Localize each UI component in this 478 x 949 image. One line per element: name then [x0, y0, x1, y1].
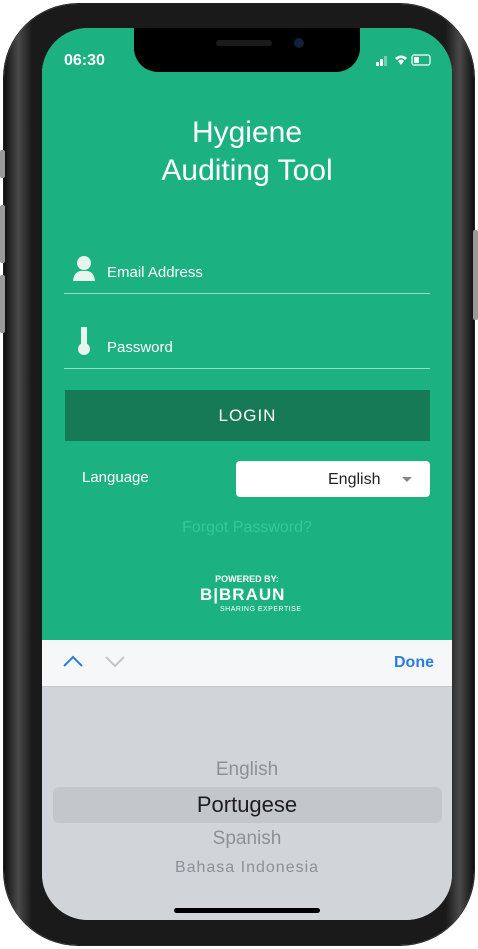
picker-option[interactable]: Spanish: [42, 828, 452, 850]
app-title-line2: Auditing Tool: [161, 154, 333, 187]
login-screen: 06:30 Hygiene Auditing Tool Email Addres…: [42, 28, 452, 640]
picker-option-selected[interactable]: Portugese: [42, 792, 452, 818]
email-field[interactable]: Email Address: [64, 249, 430, 294]
front-camera: [294, 38, 304, 48]
app-title: Hygiene Auditing Tool: [42, 114, 452, 190]
home-indicator: [174, 908, 320, 913]
screen: 06:30 Hygiene Auditing Tool Email Addres…: [42, 28, 452, 920]
done-button[interactable]: Done: [394, 654, 434, 672]
powered-by-label: POWERED BY:: [215, 574, 279, 584]
speaker: [216, 40, 272, 46]
side-button: [0, 150, 5, 178]
signal-icon: [376, 62, 379, 66]
keyboard-toolbar: Done: [42, 640, 452, 687]
brand-tagline: SHARING EXPERTISE: [220, 606, 302, 613]
language-selected-value: English: [328, 471, 381, 488]
language-label: Language: [82, 469, 149, 486]
notch: [134, 28, 360, 72]
chevron-down-icon: [402, 477, 412, 482]
power-button: [473, 230, 478, 320]
password-placeholder: Password: [107, 339, 173, 356]
app-title-line1: Hygiene: [191, 116, 303, 149]
login-button[interactable]: LOGIN: [65, 390, 430, 441]
chevron-up-icon[interactable]: [62, 654, 84, 668]
bbraun-logo: B|BRAUN: [200, 585, 286, 604]
status-time: 06:30: [64, 52, 105, 69]
email-placeholder: Email Address: [107, 264, 203, 281]
picker-option[interactable]: Bahasa Indonesia: [42, 859, 452, 877]
forgot-password-link[interactable]: Forgot Password?: [42, 519, 452, 537]
chevron-down-icon[interactable]: [104, 654, 126, 668]
user-icon: [73, 256, 95, 281]
status-icons: [376, 54, 431, 66]
wifi-icon: [395, 55, 407, 65]
volume-down-button: [0, 275, 5, 333]
password-field[interactable]: Password: [64, 324, 430, 369]
picker-option[interactable]: English: [42, 759, 452, 781]
language-picker[interactable]: English Portugese Spanish Bahasa Indones…: [42, 687, 452, 920]
volume-up-button: [0, 205, 5, 263]
key-icon: [78, 327, 90, 355]
language-select[interactable]: English: [236, 461, 430, 497]
